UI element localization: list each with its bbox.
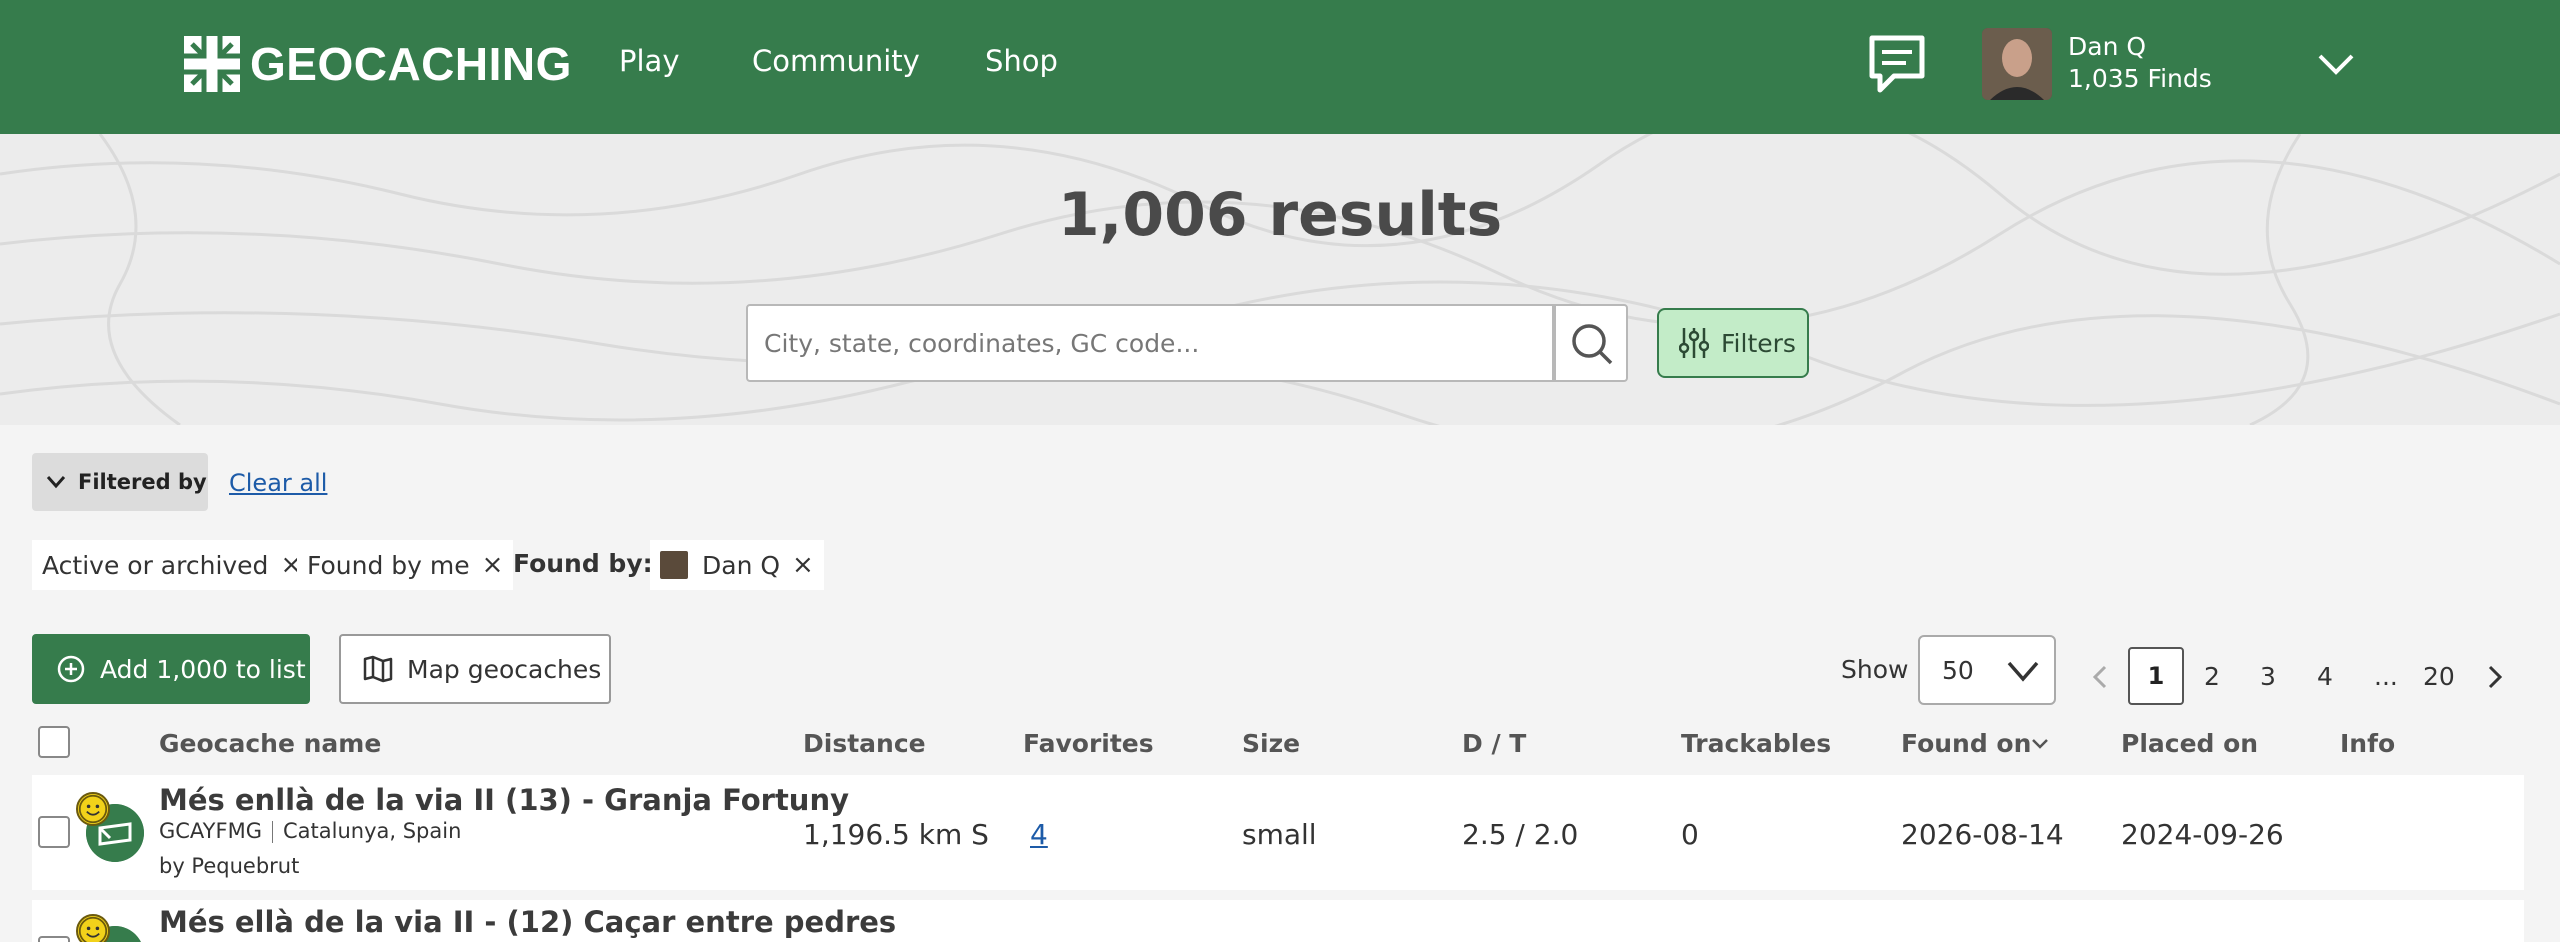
select-all-checkbox[interactable]	[38, 726, 70, 758]
column-header-distance[interactable]: Distance	[803, 729, 926, 758]
pagination-page-20[interactable]: 20	[2423, 662, 2455, 691]
search-input[interactable]	[746, 304, 1554, 382]
chevron-down-icon	[46, 476, 66, 489]
found-smiley-icon	[76, 914, 110, 942]
cache-placed-on: 2024-09-26	[2121, 818, 2284, 851]
cache-distance: 1,196.5 km S	[803, 818, 989, 851]
map-icon	[363, 655, 393, 683]
column-header-name[interactable]: Geocache name	[159, 729, 381, 758]
user-mini-avatar	[660, 551, 688, 579]
column-header-info: Info	[2340, 729, 2396, 758]
search-button[interactable]	[1554, 304, 1628, 382]
cache-code-location: GCAYFMG Catalunya, Spain	[159, 819, 461, 843]
user-finds-count: 1,035 Finds	[2068, 64, 2212, 93]
filters-button[interactable]: Filters	[1657, 308, 1809, 378]
pagination-current-page[interactable]: 1	[2128, 647, 2184, 705]
filter-chip-label: Dan Q	[702, 550, 781, 580]
page-size-select[interactable]: 50	[1918, 635, 2056, 705]
column-header-trackables[interactable]: Trackables	[1681, 729, 1831, 758]
nav-play[interactable]: Play	[619, 44, 679, 78]
geocaching-logo[interactable]: GEOCACHING	[182, 34, 572, 94]
cache-difficulty-terrain: 2.5 / 2.0	[1462, 818, 1579, 851]
column-header-dt[interactable]: D / T	[1462, 729, 1526, 758]
column-header-size[interactable]: Size	[1242, 729, 1300, 758]
search-icon	[1572, 324, 1613, 365]
remove-filter-icon[interactable]: ×	[792, 550, 814, 580]
page-size-value: 50	[1942, 655, 1974, 685]
filtered-by-label: Filtered by	[78, 470, 207, 494]
sliders-icon	[1679, 328, 1709, 358]
add-to-list-label: Add 1,000 to list	[100, 654, 306, 684]
filter-chip-found-by-me: Found by me ×	[297, 540, 514, 590]
sort-descending-icon[interactable]	[2030, 737, 2050, 751]
chevron-left-icon[interactable]	[2090, 664, 2110, 690]
pagination-page-4[interactable]: 4	[2317, 662, 2333, 691]
map-geocaches-label: Map geocaches	[407, 654, 602, 684]
filter-chip-label: Active or archived	[42, 550, 269, 580]
chevron-down-icon	[2007, 661, 2039, 682]
filters-label: Filters	[1721, 328, 1796, 358]
search-hero: 1,006 results Filters	[0, 134, 2560, 425]
meta-divider	[271, 821, 273, 843]
pagination-ellipsis: ...	[2374, 662, 2398, 691]
pagination-page-3[interactable]: 3	[2260, 662, 2276, 691]
nav-community[interactable]: Community	[752, 44, 920, 78]
cache-code: GCAYFMG	[159, 819, 262, 843]
column-header-placed-on[interactable]: Placed on	[2121, 729, 2258, 758]
chevron-down-icon[interactable]	[2314, 44, 2358, 84]
logo-text: GEOCACHING	[250, 38, 572, 90]
row-checkbox[interactable]	[38, 936, 70, 942]
found-by-label: Found by:	[513, 549, 653, 578]
cache-location: Catalunya, Spain	[282, 819, 462, 843]
map-geocaches-button[interactable]: Map geocaches	[339, 634, 611, 704]
geocaching-logo-mark-icon	[184, 36, 240, 92]
cache-found-on: 2026-08-14	[1901, 818, 2064, 851]
user-avatar[interactable]	[1982, 28, 2052, 100]
avatar-photo-icon	[1982, 28, 2052, 100]
top-navigation-bar: GEOCACHING Play Community Shop Dan Q 1,0…	[0, 0, 2560, 134]
nav-shop[interactable]: Shop	[985, 44, 1058, 78]
results-count-title: 1,006 results	[1057, 180, 1503, 250]
chevron-right-icon[interactable]	[2485, 664, 2505, 690]
column-header-found-on[interactable]: Found on	[1901, 729, 2031, 758]
filter-chip-found-by-user: Dan Q ×	[650, 540, 824, 590]
user-name[interactable]: Dan Q	[2068, 32, 2146, 61]
cache-owner: by Pequebrut	[159, 854, 300, 878]
column-header-favorites[interactable]: Favorites	[1023, 729, 1154, 758]
row-checkbox[interactable]	[38, 816, 70, 848]
show-label: Show	[1841, 655, 1909, 684]
filter-chip-label: Found by me	[307, 550, 470, 580]
messages-icon[interactable]	[1866, 32, 1928, 96]
add-to-list-button[interactable]: Add 1,000 to list	[32, 634, 310, 704]
favorites-count[interactable]: 4	[1030, 818, 1048, 851]
remove-filter-icon[interactable]: ×	[482, 550, 504, 580]
cache-trackables: 0	[1681, 818, 1699, 851]
filtered-by-toggle[interactable]: Filtered by	[32, 453, 208, 511]
clear-all-link[interactable]: Clear all	[229, 469, 327, 497]
plus-circle-icon	[57, 655, 85, 683]
cache-size: small	[1242, 818, 1317, 851]
filter-chip-active-or-archived: Active or archived ×	[32, 540, 313, 590]
cache-favorites-link: 4	[1030, 818, 1048, 851]
cache-name-link[interactable]: Més enllà de la via II (13) - Granja For…	[159, 783, 849, 817]
pagination-page-2[interactable]: 2	[2204, 662, 2220, 691]
cache-name-link[interactable]: Més ellà de la via II - (12) Caçar entre…	[159, 905, 896, 939]
found-smiley-icon	[76, 792, 110, 826]
